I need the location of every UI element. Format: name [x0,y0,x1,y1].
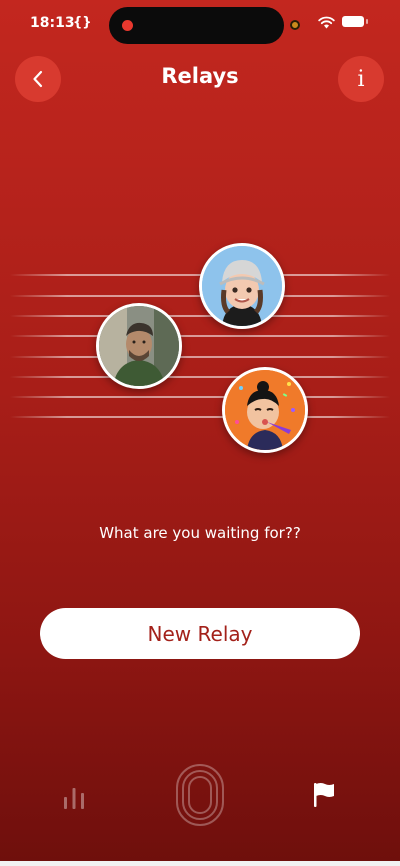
track-icon [176,764,224,826]
home-indicator-strip [0,861,400,866]
memoji-face-icon [202,246,282,326]
relay-track-lines [10,274,390,418]
new-relay-button[interactable]: New Relay [40,608,360,659]
photo-avatar[interactable] [96,303,182,389]
relays-screen: 18:13 {} Relays i What are you waiting f… [0,0,400,866]
party-memoji-avatar[interactable] [222,367,308,453]
flag-icon [314,783,334,807]
person-photo-icon [99,306,179,386]
tab-flag[interactable] [311,781,337,813]
empty-state-prompt: What are you waiting for?? [99,524,301,542]
tab-stats[interactable] [62,784,86,814]
tab-relay[interactable] [175,763,225,831]
bar-chart-icon [64,788,84,809]
party-memoji-icon [225,370,305,450]
memoji-avatar[interactable] [199,243,285,329]
